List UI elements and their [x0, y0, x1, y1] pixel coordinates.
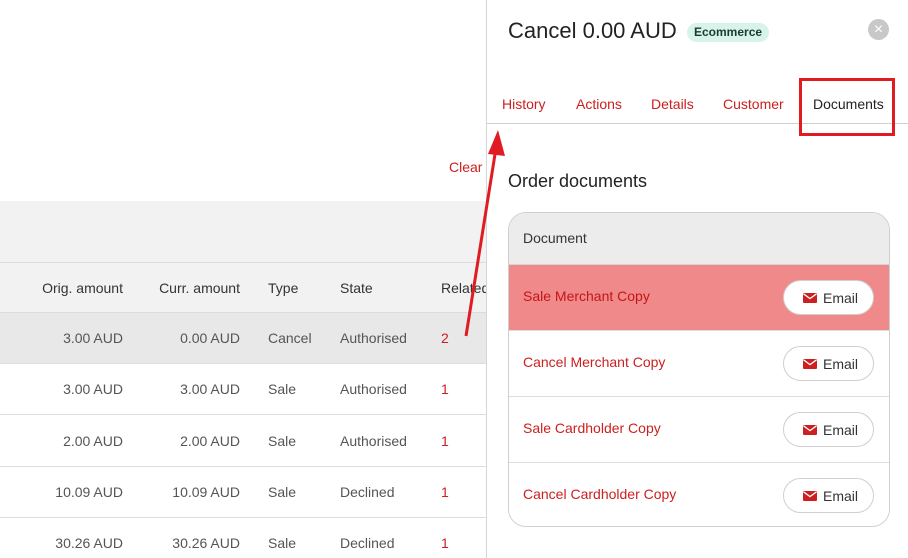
envelope-icon: [803, 293, 817, 303]
related-link[interactable]: 1: [441, 535, 449, 551]
email-button-label: Email: [823, 356, 859, 372]
curr-amount-cell: 10.09 AUD: [172, 484, 240, 500]
column-header-curr-amount[interactable]: Curr. amount: [130, 280, 240, 296]
column-header-related[interactable]: Related: [441, 280, 486, 296]
related-link[interactable]: 2: [441, 330, 449, 346]
column-header-document: Document: [523, 230, 587, 246]
table-row[interactable]: 2.00 AUD 2.00 AUD Sale Authorised 1: [0, 416, 486, 467]
documents-tab-highlight-box: [799, 78, 895, 136]
document-row: Sale Merchant Copy Email: [509, 265, 889, 331]
table-row[interactable]: 10.09 AUD 10.09 AUD Sale Declined 1: [0, 467, 486, 518]
drawer-title: Cancel 0.00 AUD: [508, 18, 677, 43]
document-link[interactable]: Sale Merchant Copy: [523, 288, 650, 304]
email-button-label: Email: [823, 488, 859, 504]
state-cell: Authorised: [340, 381, 407, 397]
document-link[interactable]: Sale Cardholder Copy: [523, 420, 661, 436]
orig-amount-cell: 3.00 AUD: [63, 330, 123, 346]
related-link[interactable]: 1: [441, 433, 449, 449]
state-cell: Authorised: [340, 433, 407, 449]
transactions-pane: Clear Orig. amount Curr. amount Type Sta…: [0, 0, 486, 558]
type-cell: Cancel: [268, 330, 312, 346]
document-link[interactable]: Cancel Merchant Copy: [523, 354, 665, 370]
tab-details[interactable]: Details: [651, 96, 694, 112]
orig-amount-cell: 3.00 AUD: [63, 381, 123, 397]
type-cell: Sale: [268, 484, 297, 500]
tab-actions[interactable]: Actions: [576, 96, 622, 112]
table-row[interactable]: 30.26 AUD 30.26 AUD Sale Declined 1: [0, 518, 486, 558]
document-row: Cancel Merchant Copy Email: [509, 331, 889, 397]
curr-amount-cell: 0.00 AUD: [180, 330, 240, 346]
email-button-label: Email: [823, 290, 859, 306]
curr-amount-cell: 2.00 AUD: [180, 433, 240, 449]
documents-table-header: Document: [509, 213, 889, 265]
tab-customer[interactable]: Customer: [723, 96, 784, 112]
state-cell: Authorised: [340, 330, 407, 346]
table-row[interactable]: 3.00 AUD 3.00 AUD Sale Authorised 1: [0, 364, 486, 415]
state-cell: Declined: [340, 484, 395, 500]
orig-amount-cell: 30.26 AUD: [55, 535, 123, 551]
tab-history[interactable]: History: [502, 96, 546, 112]
envelope-icon: [803, 359, 817, 369]
documents-table: Document Sale Merchant Copy Email Cancel…: [508, 212, 890, 527]
close-icon[interactable]: ×: [868, 19, 889, 40]
orig-amount-cell: 10.09 AUD: [55, 484, 123, 500]
table-row[interactable]: 3.00 AUD 0.00 AUD Cancel Authorised 2: [0, 313, 486, 364]
envelope-icon: [803, 425, 817, 435]
state-cell: Declined: [340, 535, 395, 551]
type-cell: Sale: [268, 535, 297, 551]
document-row: Sale Cardholder Copy Email: [509, 397, 889, 463]
transaction-detail-drawer: Cancel 0.00 AUD Ecommerce × History Acti…: [486, 0, 908, 558]
clear-link[interactable]: Clear: [449, 159, 482, 175]
filter-band: [0, 201, 486, 262]
email-button-label: Email: [823, 422, 859, 438]
email-button[interactable]: Email: [783, 280, 874, 315]
transactions-table-header: Orig. amount Curr. amount Type State Rel…: [0, 262, 486, 313]
related-link[interactable]: 1: [441, 484, 449, 500]
type-cell: Sale: [268, 433, 297, 449]
email-button[interactable]: Email: [783, 478, 874, 513]
column-header-orig-amount[interactable]: Orig. amount: [0, 280, 123, 296]
type-cell: Sale: [268, 381, 297, 397]
column-header-type[interactable]: Type: [268, 280, 298, 296]
envelope-icon: [803, 491, 817, 501]
channel-badge: Ecommerce: [687, 23, 770, 42]
column-header-state[interactable]: State: [340, 280, 373, 296]
document-row: Cancel Cardholder Copy Email: [509, 463, 889, 526]
orig-amount-cell: 2.00 AUD: [63, 433, 123, 449]
section-title: Order documents: [508, 171, 648, 191]
curr-amount-cell: 3.00 AUD: [180, 381, 240, 397]
email-button[interactable]: Email: [783, 412, 874, 447]
curr-amount-cell: 30.26 AUD: [172, 535, 240, 551]
related-link[interactable]: 1: [441, 381, 449, 397]
document-link[interactable]: Cancel Cardholder Copy: [523, 486, 676, 502]
email-button[interactable]: Email: [783, 346, 874, 381]
